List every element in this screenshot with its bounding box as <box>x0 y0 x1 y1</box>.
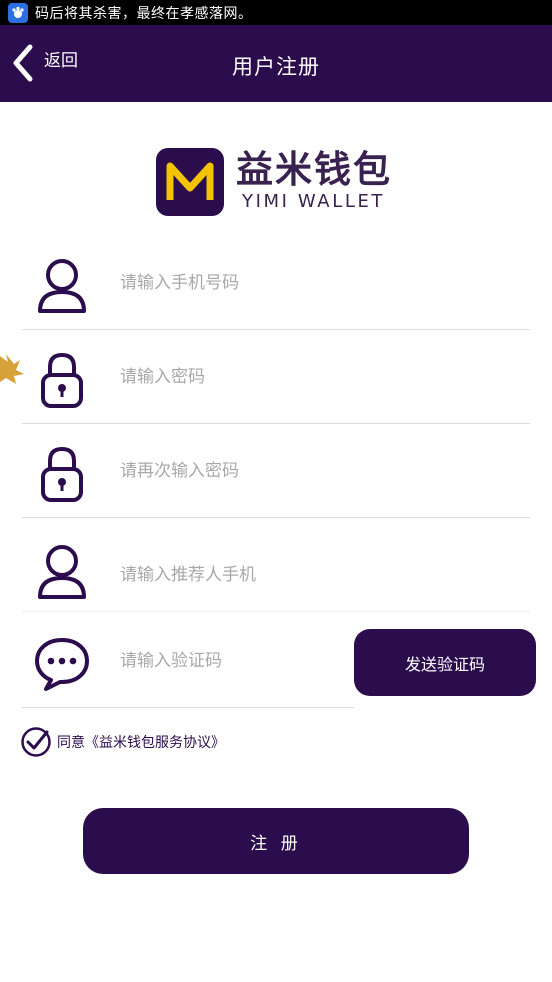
verify-code-row <box>22 614 354 708</box>
user-icon <box>38 259 86 313</box>
app-logo: 益米钱包 YIMI WALLET <box>156 148 401 218</box>
status-notification-text: 码后将其杀害，最终在孝感落网。 <box>35 5 253 22</box>
page-title: 用户注册 <box>232 55 320 79</box>
register-button[interactable]: 注 册 <box>83 808 469 874</box>
logo-name-en: YIMI WALLET <box>242 191 386 212</box>
status-bar: 码后将其杀害，最终在孝感落网。 <box>0 0 552 25</box>
agreement-link[interactable]: 同意《益米钱包服务协议》 <box>57 732 225 752</box>
referrer-row <box>22 518 530 612</box>
maple-leaf-icon <box>0 354 24 384</box>
confirm-password-input[interactable] <box>120 454 520 488</box>
logo-mark-icon <box>156 148 224 216</box>
agreement-row: 同意《益米钱包服务协议》 <box>20 726 225 758</box>
app-notification-icon <box>8 2 28 23</box>
lock-icon <box>41 352 83 408</box>
password-input[interactable] <box>120 360 520 394</box>
phone-input[interactable] <box>120 266 520 300</box>
check-circle-icon[interactable] <box>20 726 52 758</box>
password-row <box>22 330 530 424</box>
phone-row <box>22 236 530 330</box>
lock-icon <box>41 446 83 502</box>
chat-bubble-icon <box>35 638 89 691</box>
confirm-password-row <box>22 424 530 518</box>
send-code-button[interactable]: 发送验证码 <box>354 629 536 696</box>
header-bar: 返回 用户注册 <box>0 25 552 102</box>
logo-name-cn: 益米钱包 <box>236 148 392 191</box>
referrer-phone-input[interactable] <box>120 558 520 592</box>
verify-code-input[interactable] <box>120 644 340 678</box>
user-icon <box>38 545 86 599</box>
